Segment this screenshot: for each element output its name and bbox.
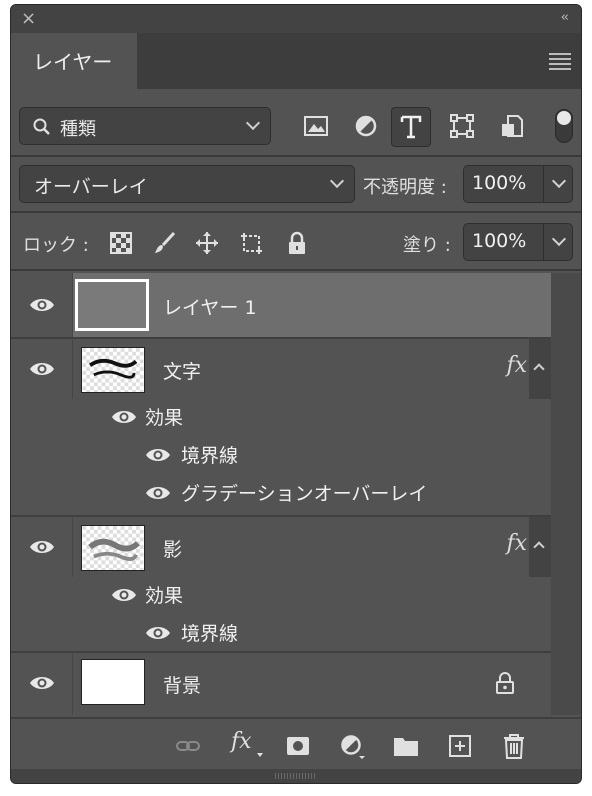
image-filter-icon[interactable] [303, 113, 329, 139]
opacity-value[interactable]: 100% [472, 172, 526, 194]
close-icon[interactable]: × [21, 8, 36, 29]
layer-thumbnail [81, 525, 145, 571]
layer-thumbnail [81, 659, 145, 705]
fill-value[interactable]: 100% [472, 230, 526, 252]
fx-icon[interactable]: fx [231, 729, 252, 754]
divider [11, 211, 581, 213]
chevron-down-icon[interactable] [551, 173, 567, 189]
lock-label: ロック : [23, 235, 89, 256]
fill-label: 塗り : [403, 235, 451, 256]
folder-icon[interactable] [393, 733, 419, 759]
new-layer-icon[interactable] [447, 733, 473, 759]
fx-badge[interactable]: fx [506, 353, 527, 378]
expand-effects-toggle[interactable] [529, 339, 551, 399]
layer-thumbnail [81, 347, 145, 393]
filter-row: 種類 [11, 89, 581, 159]
chevron-down-icon [245, 115, 261, 131]
layer-name[interactable]: レイヤー 1 [163, 293, 257, 320]
adjustment-layer-icon[interactable] [339, 733, 365, 759]
panel-titlebar: × ‹‹ [11, 5, 581, 33]
tab-bar: レイヤー [11, 33, 581, 89]
effects-label[interactable]: 効果 [145, 581, 183, 608]
chevron-down-icon [329, 173, 345, 189]
shape-filter-icon[interactable] [449, 113, 475, 139]
layer-name[interactable]: 影 [163, 535, 182, 562]
chevron-up-icon [533, 541, 545, 553]
lock-artboard-icon[interactable] [239, 231, 263, 255]
collapse-panel-icon[interactable]: ‹‹ [561, 10, 570, 25]
divider [11, 155, 581, 157]
search-icon [33, 118, 50, 135]
tab-layers[interactable]: レイヤー [11, 33, 137, 89]
eye-icon[interactable] [29, 297, 55, 313]
layer-row-shadow[interactable]: 影 fx 効果 境界線 [11, 515, 551, 651]
smart-object-filter-icon[interactable] [499, 113, 525, 139]
blend-mode-select[interactable]: オーバーレイ [19, 165, 355, 203]
eye-icon[interactable] [111, 409, 137, 425]
eye-icon[interactable] [29, 361, 55, 377]
resize-grip[interactable] [11, 769, 581, 783]
field-separator [543, 166, 544, 202]
divider [11, 269, 581, 271]
lock-image-icon[interactable] [153, 231, 177, 255]
panel-menu-icon[interactable] [549, 53, 571, 70]
eye-icon[interactable] [145, 485, 171, 501]
fx-badge[interactable]: fx [506, 531, 527, 556]
lock-all-icon[interactable] [285, 231, 309, 255]
opacity-field[interactable]: 100% [463, 165, 573, 203]
lock-position-icon[interactable] [195, 231, 219, 255]
chevron-up-icon [533, 363, 545, 375]
fill-field[interactable]: 100% [463, 223, 573, 261]
filter-kind-select[interactable]: 種類 [19, 107, 271, 145]
layer-name[interactable]: 文字 [163, 357, 201, 384]
fx-dropdown-indicator [257, 753, 263, 757]
grip-lines [275, 773, 315, 779]
layers-panel: × ‹‹ レイヤー 種類 オーバーレイ 不透明度 : 100% ロック : 塗り… [10, 4, 582, 784]
link-icon[interactable] [175, 733, 201, 759]
layer-thumbnail [75, 279, 149, 331]
mask-icon[interactable] [285, 733, 311, 759]
filter-kind-label: 種類 [60, 119, 96, 140]
trash-icon[interactable] [501, 733, 527, 759]
filter-toggle[interactable] [555, 109, 573, 143]
chevron-down-icon[interactable] [551, 231, 567, 247]
type-t-icon [400, 115, 422, 139]
layers-list: レイヤー 1 文字 fx 効果 境界線 グラデーションオーバーレイ 影 fx 効… [11, 273, 551, 715]
effect-stroke[interactable]: 境界線 [181, 441, 238, 468]
layer-name[interactable]: 背景 [163, 671, 201, 698]
toggle-knob [557, 111, 571, 125]
adjustment-filter-icon[interactable] [353, 113, 379, 139]
blend-mode-value: オーバーレイ [34, 176, 148, 198]
layer-row-layer1[interactable]: レイヤー 1 [11, 273, 551, 337]
lock-transparent-icon[interactable] [109, 231, 133, 255]
eye-icon[interactable] [145, 625, 171, 641]
layer-row-background[interactable]: 背景 [11, 651, 551, 715]
effect-gradient-overlay[interactable]: グラデーションオーバーレイ [181, 479, 427, 506]
layers-scrollbar[interactable] [551, 273, 581, 715]
bottom-toolbar: fx [11, 717, 581, 771]
effect-stroke[interactable]: 境界線 [181, 619, 238, 646]
opacity-label: 不透明度 : [363, 177, 447, 198]
eye-icon[interactable] [145, 447, 171, 463]
layer-row-text[interactable]: 文字 fx 効果 境界線 グラデーションオーバーレイ [11, 337, 551, 515]
expand-effects-toggle[interactable] [529, 517, 551, 577]
eye-icon[interactable] [111, 587, 137, 603]
field-separator [543, 224, 544, 260]
type-filter-icon[interactable] [391, 107, 431, 147]
layer-lock-icon[interactable] [495, 671, 515, 695]
effects-label[interactable]: 効果 [145, 403, 183, 430]
eye-icon[interactable] [29, 675, 55, 691]
eye-icon[interactable] [29, 539, 55, 555]
